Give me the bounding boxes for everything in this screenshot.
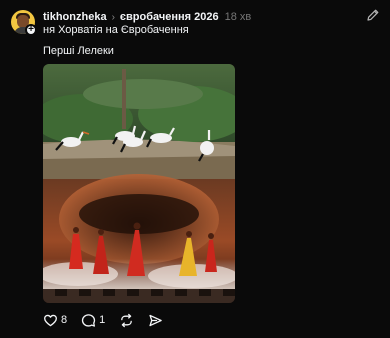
comment-icon xyxy=(81,313,96,327)
post-text-line: ня Хорватія на Євробачення xyxy=(43,24,189,36)
heart-icon xyxy=(44,314,57,326)
share-button[interactable] xyxy=(148,313,163,328)
edit-pencil-icon[interactable] xyxy=(366,8,380,22)
reply-count: 1 xyxy=(99,314,106,326)
post-actions: 8 1 xyxy=(43,312,177,328)
post-text-line: Перші Лелеки xyxy=(43,45,114,57)
repost-button[interactable] xyxy=(119,313,134,328)
reply-button[interactable]: 1 xyxy=(81,313,105,328)
plus-icon[interactable]: + xyxy=(25,24,37,36)
thread-post: + tikhonzheka › євробачення 2026 18 хв н… xyxy=(0,0,390,338)
post-header: tikhonzheka › євробачення 2026 18 хв xyxy=(43,9,251,25)
topic-tag[interactable]: євробачення 2026 xyxy=(120,11,219,23)
author-username[interactable]: tikhonzheka xyxy=(43,11,107,23)
repost-icon xyxy=(121,313,133,327)
like-count: 8 xyxy=(61,314,68,326)
stork-stage-image xyxy=(43,64,235,303)
post-media-image[interactable] xyxy=(43,64,235,303)
chevron-right-icon: › xyxy=(111,11,115,23)
like-button[interactable]: 8 xyxy=(43,313,67,328)
post-timestamp: 18 хв xyxy=(224,11,252,23)
send-icon xyxy=(149,314,163,326)
